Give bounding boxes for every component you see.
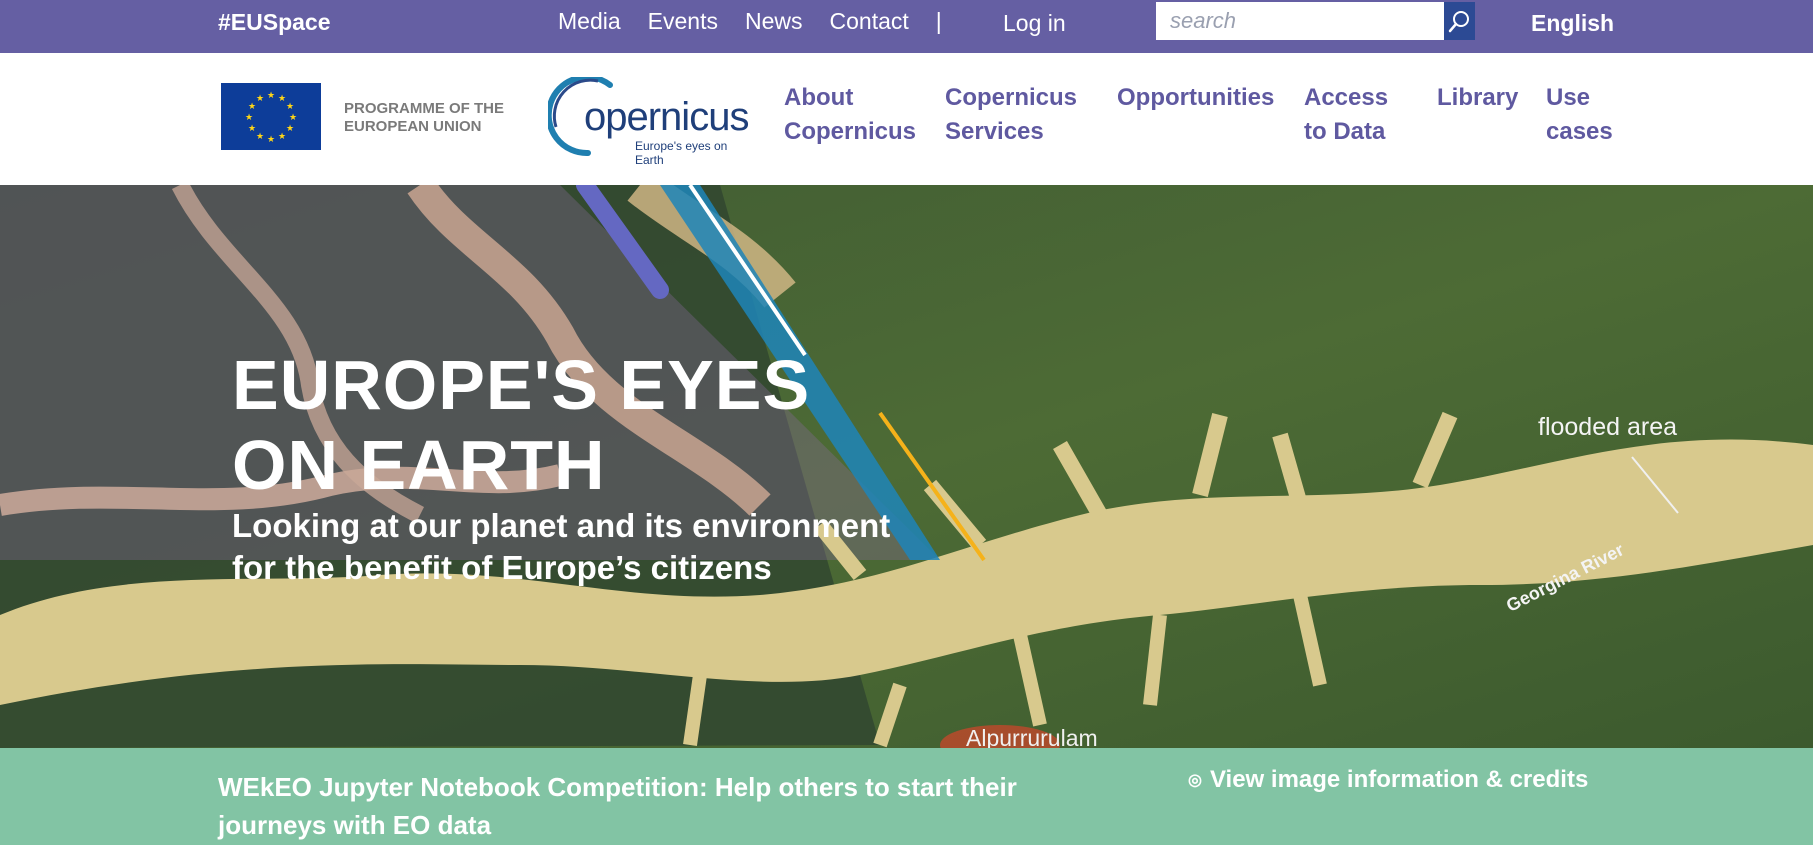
svg-text:★: ★ [248, 124, 256, 134]
nav-label: Access [1304, 84, 1389, 111]
svg-text:★: ★ [286, 102, 294, 112]
media-link[interactable]: Media [558, 8, 621, 35]
map-label-flooded-area: flooded area [1538, 413, 1678, 441]
nav-label: About [784, 84, 854, 111]
info-icon: ◎ [1188, 772, 1202, 789]
nav-label: Library [1437, 84, 1519, 111]
map-label-town: Alpurrurulam [966, 725, 1098, 748]
copernicus-wordmark: opernicus [584, 95, 749, 139]
copernicus-logo[interactable]: opernicus Europe's eyes on Earth [548, 77, 758, 167]
svg-text:★: ★ [267, 91, 275, 101]
hero-subtitle-line1: Looking at our planet and its environmen… [232, 507, 891, 544]
eu-programme-line1: PROGRAMME OF THE [344, 100, 504, 117]
nav-use-cases[interactable]: Use cases [1546, 81, 1613, 149]
hero-title: EUROPE'S EYES ON EARTH [232, 345, 810, 505]
svg-text:★: ★ [278, 94, 286, 104]
link-separator: | [935, 8, 942, 34]
nav-label: Copernicus [945, 84, 1078, 111]
svg-text:★: ★ [278, 132, 286, 142]
nav-copernicus-services[interactable]: Copernicus Services [945, 81, 1077, 149]
news-link[interactable]: News [745, 8, 803, 35]
svg-text:★: ★ [286, 124, 294, 134]
eu-flag-logo[interactable]: ★ ★★ ★★★ ★★★ ★★★ [221, 83, 321, 150]
news-banner: WEkEO Jupyter Notebook Competition: Help… [0, 748, 1813, 845]
top-bar: #EUSpace Media Events News Contact | Log… [0, 0, 1813, 53]
svg-text:★: ★ [256, 94, 264, 104]
contact-link[interactable]: Contact [830, 8, 909, 35]
eu-programme-line2: EUROPEAN UNION [344, 118, 482, 135]
image-credits-link[interactable]: ◎ View image information & credits [1188, 766, 1588, 794]
language-selector[interactable]: English [1531, 10, 1614, 37]
site-header: ★ ★ ★ ★ ★ ★ ★ ★ ★ ★ ★ ★ PROGRAMME OF THE EUROPEA… [0, 53, 1813, 185]
nav-label: Copernicus [784, 118, 917, 145]
nav-label: Use [1546, 84, 1591, 111]
hero-subtitle-line2: for the benefit of Europe’s citizens [232, 549, 772, 586]
hero-subtitle: Looking at our planet and its environmen… [232, 505, 890, 589]
hashtag-link[interactable]: #EUSpace [218, 9, 331, 36]
hero-title-line1: EUROPE'S EYES [232, 346, 811, 424]
news-headline-link[interactable]: WEkEO Jupyter Notebook Competition: Help… [218, 768, 1098, 844]
svg-text:★: ★ [256, 132, 264, 142]
credits-label: View image information & credits [1209, 766, 1589, 793]
hero-banner: EUROPE'S EYES ON EARTH Looking at our pl… [0, 185, 1813, 748]
nav-label: cases [1546, 118, 1613, 145]
nav-label: to Data [1304, 118, 1386, 145]
nav-label: Opportunities [1117, 84, 1275, 111]
login-link[interactable]: Log in [1003, 10, 1066, 37]
svg-text:★: ★ [267, 135, 275, 145]
search-icon [1448, 11, 1469, 33]
search-button[interactable] [1444, 2, 1475, 40]
nav-label: Services [945, 118, 1044, 145]
search-input[interactable] [1156, 2, 1444, 40]
nav-opportunities[interactable]: Opportunities [1117, 81, 1274, 115]
search-box [1156, 2, 1475, 40]
top-links: Media Events News Contact | [558, 8, 987, 35]
nav-access-to-data[interactable]: Access to Data [1304, 81, 1388, 149]
hero-title-line2: ON EARTH [232, 426, 606, 504]
events-link[interactable]: Events [648, 8, 718, 35]
svg-text:★: ★ [245, 113, 253, 123]
nav-about-copernicus[interactable]: About Copernicus [784, 81, 916, 149]
svg-text:★: ★ [248, 102, 256, 112]
eu-programme-text: PROGRAMME OF THE EUROPEAN UNION [344, 100, 504, 136]
nav-library[interactable]: Library [1437, 81, 1518, 115]
copernicus-tagline: Europe's eyes on Earth [635, 139, 728, 167]
svg-text:★: ★ [289, 113, 297, 123]
